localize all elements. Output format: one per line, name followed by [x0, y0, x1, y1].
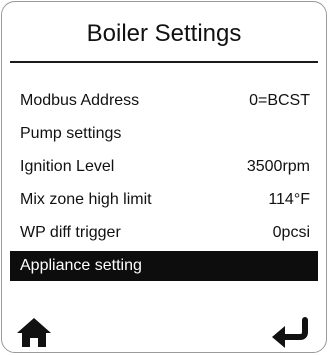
menu-item-wp-diff-trigger[interactable]: WP diff trigger 0pcsi	[10, 218, 318, 248]
back-button[interactable]	[270, 316, 314, 348]
menu-item-label: Appliance setting	[20, 257, 142, 274]
menu-item-value: 3500rpm	[246, 158, 310, 175]
title-divider	[10, 61, 318, 63]
home-button[interactable]	[16, 316, 52, 348]
menu-item-modbus-address[interactable]: Modbus Address 0=BCST	[10, 86, 318, 116]
menu-item-label: Pump settings	[20, 125, 122, 142]
menu-item-pump-settings[interactable]: Pump settings	[10, 119, 318, 149]
menu-item-value: 0pcsi	[272, 224, 310, 241]
menu-item-label: Modbus Address	[20, 92, 140, 109]
device-screen: Boiler Settings Modbus Address 0=BCST Pu…	[1, 1, 327, 353]
menu-item-label: Mix zone high limit	[20, 191, 152, 208]
menu-item-ignition-level[interactable]: Ignition Level 3500rpm	[10, 152, 318, 182]
menu-item-value: 0=BCST	[249, 92, 310, 109]
menu-item-mix-zone-high-limit[interactable]: Mix zone high limit 114°F	[10, 185, 318, 215]
page-title: Boiler Settings	[86, 20, 242, 47]
return-arrow-icon	[272, 317, 308, 348]
menu-item-label: WP diff trigger	[20, 224, 121, 241]
home-icon	[17, 318, 51, 347]
menu-item-label: Ignition Level	[20, 158, 115, 175]
menu-item-value: 114°F	[268, 191, 310, 208]
menu-item-appliance-setting[interactable]: Appliance setting	[10, 251, 318, 281]
